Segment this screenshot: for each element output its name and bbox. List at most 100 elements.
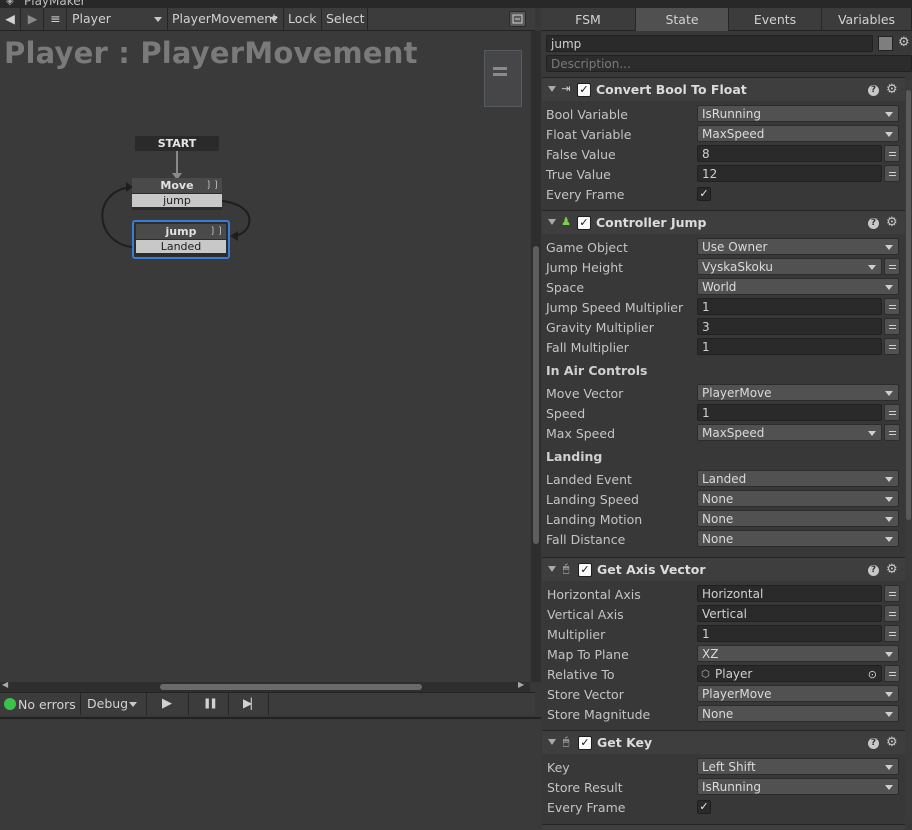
tab-state[interactable]: State [636,8,729,31]
map-to-plane-select[interactable]: XZ [697,645,899,662]
action-enabled-checkbox[interactable]: ✓ [577,83,591,97]
action-header-controller-jump[interactable]: ♟ ✓ Controller Jump ? ⚙ [542,210,905,234]
jump-speed-multiplier-input[interactable]: 1 [697,298,882,315]
lock-button[interactable]: Lock [284,8,322,30]
action-enabled-checkbox[interactable]: ✓ [577,216,591,230]
speed-input[interactable]: 1 [697,404,882,421]
false-value-input[interactable]: 8 [697,145,882,162]
field-label: Speed [546,406,586,421]
state-color-swatch[interactable] [878,36,893,51]
gear-icon[interactable]: ⚙ [886,83,898,96]
graph-settings-button[interactable] [509,11,526,27]
variable-toggle-button[interactable] [884,605,900,622]
tab-variables[interactable]: Variables [822,8,912,31]
help-icon[interactable]: ? [868,218,879,229]
gear-icon[interactable]: ⚙ [886,563,898,576]
transition-event[interactable]: Landed [136,240,226,253]
every-frame-checkbox[interactable]: ✓ [697,187,711,201]
tab-events[interactable]: Events [729,8,822,31]
start-node[interactable]: START [135,136,219,151]
variable-toggle-button[interactable] [884,258,900,275]
help-icon[interactable]: ? [868,85,879,96]
variable-toggle-button[interactable] [884,424,900,441]
step-button[interactable]: ▶| [243,696,253,710]
layout-icon [512,14,523,24]
scroll-thumb[interactable] [160,684,422,690]
game-object-select[interactable]: Use Owner [697,238,899,255]
forward-button[interactable]: ▶ [22,8,44,30]
menu-button[interactable]: ≡ [45,8,67,30]
gear-icon[interactable]: ⚙ [898,36,910,49]
tab-fsm[interactable]: FSM [541,8,636,31]
jump-height-select[interactable]: VyskaSkoku [697,258,882,275]
graph-vertical-scrollbar[interactable] [531,31,541,682]
state-node-move[interactable]: Move ❳❳ jump [132,178,222,210]
store-vector-select[interactable]: PlayerMove [697,685,899,702]
scroll-thumb[interactable] [533,246,539,544]
action-header-get-key[interactable]: 🖱 ✓ Get Key ? ⚙ [542,730,905,754]
float-variable-select[interactable]: MaxSpeed [697,125,899,142]
fsm-select[interactable]: PlayerMovement [168,8,284,30]
select-button[interactable]: Select [322,8,368,30]
variable-toggle-button[interactable] [884,318,900,335]
store-result-select[interactable]: IsRunning [697,778,899,795]
scroll-right-icon[interactable]: ▶ [518,680,524,689]
back-button[interactable]: ◀ [0,8,21,30]
state-name-field[interactable]: jump [546,35,873,52]
action-enabled-checkbox[interactable]: ✓ [578,563,592,577]
help-icon[interactable]: ? [868,738,879,749]
action-enabled-checkbox[interactable]: ✓ [578,736,592,750]
move-vector-select[interactable]: PlayerMove [697,384,899,401]
play-button[interactable]: ▶ [162,696,172,711]
pause-button[interactable]: ❚❚ [203,698,218,709]
collapse-arrow-icon[interactable] [548,566,556,572]
playmaker-icon: ◈ [6,0,14,7]
relative-to-object-field[interactable]: ⬡ Player ⊙ [697,665,882,682]
collapse-arrow-icon[interactable] [548,219,556,225]
variable-toggle-button[interactable] [884,404,900,421]
variable-toggle-button[interactable] [884,298,900,315]
scroll-left-icon[interactable]: ◀ [2,680,8,689]
transition-event[interactable]: jump [132,194,222,207]
collapse-arrow-icon[interactable] [548,86,556,92]
max-speed-select[interactable]: MaxSpeed [697,424,882,441]
field-label: False Value [546,147,616,162]
gear-icon[interactable]: ⚙ [886,216,898,229]
every-frame-checkbox[interactable]: ✓ [697,800,711,814]
error-status[interactable]: No errors [18,697,76,712]
help-icon[interactable]: ? [868,565,879,576]
bool-variable-select[interactable]: IsRunning [697,105,899,122]
action-header-convert-bool-to-float[interactable]: ⇥ ✓ Convert Bool To Float ? ⚙ [542,77,905,101]
graph-horizontal-scrollbar[interactable]: ◀ ▶ [0,680,530,692]
landing-motion-select[interactable]: None [697,510,899,527]
action-header-get-axis-vector[interactable]: 🖱 ✓ Get Axis Vector ? ⚙ [542,557,905,581]
fall-multiplier-input[interactable]: 1 [697,338,882,355]
variable-toggle-button[interactable] [884,338,900,355]
variable-toggle-button[interactable] [884,145,900,162]
vertical-axis-input[interactable]: Vertical [697,605,882,622]
state-node-jump-selected[interactable]: jump ❳❳ Landed [132,220,230,259]
collapse-arrow-icon[interactable] [548,739,556,745]
multiplier-input[interactable]: 1 [697,625,882,642]
key-select[interactable]: Left Shift [697,758,899,775]
landed-event-select[interactable]: Landed [697,470,899,487]
variable-toggle-button[interactable] [884,665,900,682]
scroll-thumb[interactable] [906,90,911,520]
horizontal-axis-input[interactable]: Horizontal [697,585,882,602]
store-magnitude-select[interactable]: None [697,705,899,722]
variable-toggle-button[interactable] [884,585,900,602]
fall-distance-select[interactable]: None [697,530,899,547]
object-picker-icon[interactable]: ⊙ [868,666,877,681]
gear-icon[interactable]: ⚙ [886,736,898,749]
variable-toggle-button[interactable] [884,165,900,182]
gameobject-select[interactable]: Player [68,8,168,30]
gravity-multiplier-input[interactable]: 3 [697,318,882,335]
debug-dropdown[interactable]: Debug [84,693,142,715]
inspector-scrollbar[interactable] [905,80,912,820]
variable-toggle-button[interactable] [884,625,900,642]
state-description-field[interactable]: Description... [546,55,912,72]
landing-speed-select[interactable]: None [697,490,899,507]
arrowhead [230,231,238,241]
true-value-input[interactable]: 12 [697,165,882,182]
space-select[interactable]: World [697,278,899,295]
